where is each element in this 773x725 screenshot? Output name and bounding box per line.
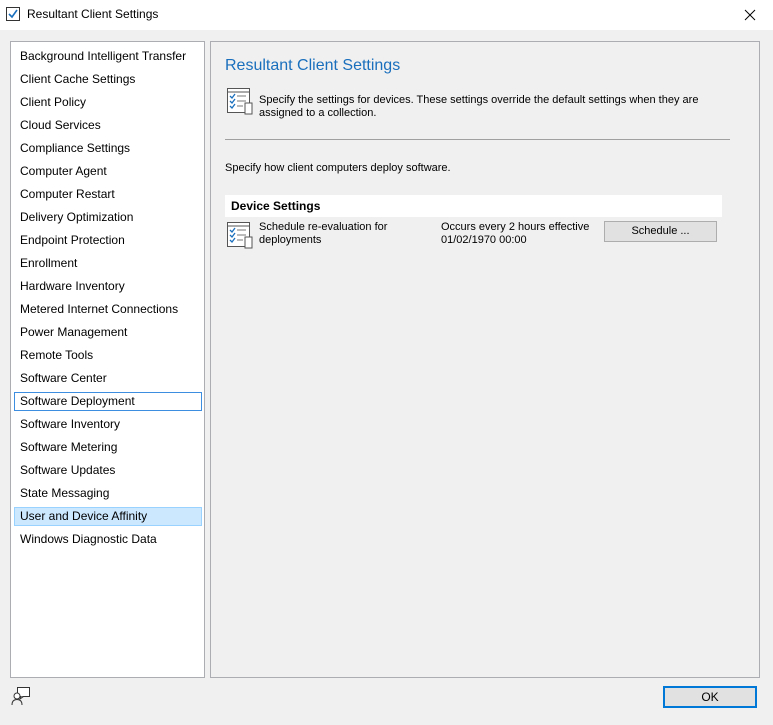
checkbox-icon [6, 7, 20, 21]
close-icon [744, 9, 756, 21]
settings-panel: Resultant Client Settings Specify the se… [210, 41, 760, 678]
sidebar-item-software-center[interactable]: Software Center [14, 369, 202, 388]
panel-description: Specify the settings for devices. These … [259, 94, 699, 119]
sidebar-item-background-intelligent-transfer[interactable]: Background Intelligent Transfer [14, 47, 202, 66]
sidebar-item-computer-agent[interactable]: Computer Agent [14, 162, 202, 181]
sidebar-item-metered-internet-connections[interactable]: Metered Internet Connections [14, 300, 202, 319]
sidebar-item-hardware-inventory[interactable]: Hardware Inventory [14, 277, 202, 296]
settings-checklist-icon [227, 88, 253, 115]
sidebar-item-delivery-optimization[interactable]: Delivery Optimization [14, 208, 202, 227]
sidebar-item-software-updates[interactable]: Software Updates [14, 461, 202, 480]
divider [225, 139, 730, 140]
title-bar: Resultant Client Settings [0, 0, 773, 30]
user-feedback-icon[interactable] [11, 686, 31, 706]
sidebar-item-cloud-services[interactable]: Cloud Services [14, 116, 202, 135]
setting-label: Schedule re-evaluation for deployments [259, 221, 388, 246]
window-title: Resultant Client Settings [27, 7, 159, 21]
sidebar-item-client-policy[interactable]: Client Policy [14, 93, 202, 112]
sidebar-item-software-metering[interactable]: Software Metering [14, 438, 202, 457]
sidebar-item-user-and-device-affinity[interactable]: User and Device Affinity [14, 507, 202, 526]
sidebar-item-software-deployment[interactable]: Software Deployment [14, 392, 202, 411]
sidebar-item-enrollment[interactable]: Enrollment [14, 254, 202, 273]
settings-checklist-icon [227, 222, 253, 249]
panel-instruction: Specify how client computers deploy soft… [225, 162, 451, 174]
schedule-button[interactable]: Schedule ... [604, 221, 717, 242]
setting-value: Occurs every 2 hours effective 01/02/197… [441, 221, 590, 246]
close-button[interactable] [727, 0, 773, 30]
sidebar-item-remote-tools[interactable]: Remote Tools [14, 346, 202, 365]
sidebar-item-power-management[interactable]: Power Management [14, 323, 202, 342]
sidebar: Background Intelligent Transfer Client C… [10, 41, 205, 678]
sidebar-item-endpoint-protection[interactable]: Endpoint Protection [14, 231, 202, 250]
page-title: Resultant Client Settings [225, 57, 401, 74]
ok-button[interactable]: OK [663, 686, 757, 708]
sidebar-item-software-inventory[interactable]: Software Inventory [14, 415, 202, 434]
sidebar-item-client-cache-settings[interactable]: Client Cache Settings [14, 70, 202, 89]
sidebar-item-state-messaging[interactable]: State Messaging [14, 484, 202, 503]
sidebar-item-windows-diagnostic-data[interactable]: Windows Diagnostic Data [14, 530, 202, 549]
sidebar-item-compliance-settings[interactable]: Compliance Settings [14, 139, 202, 158]
section-header-device-settings: Device Settings [225, 195, 722, 217]
sidebar-item-computer-restart[interactable]: Computer Restart [14, 185, 202, 204]
